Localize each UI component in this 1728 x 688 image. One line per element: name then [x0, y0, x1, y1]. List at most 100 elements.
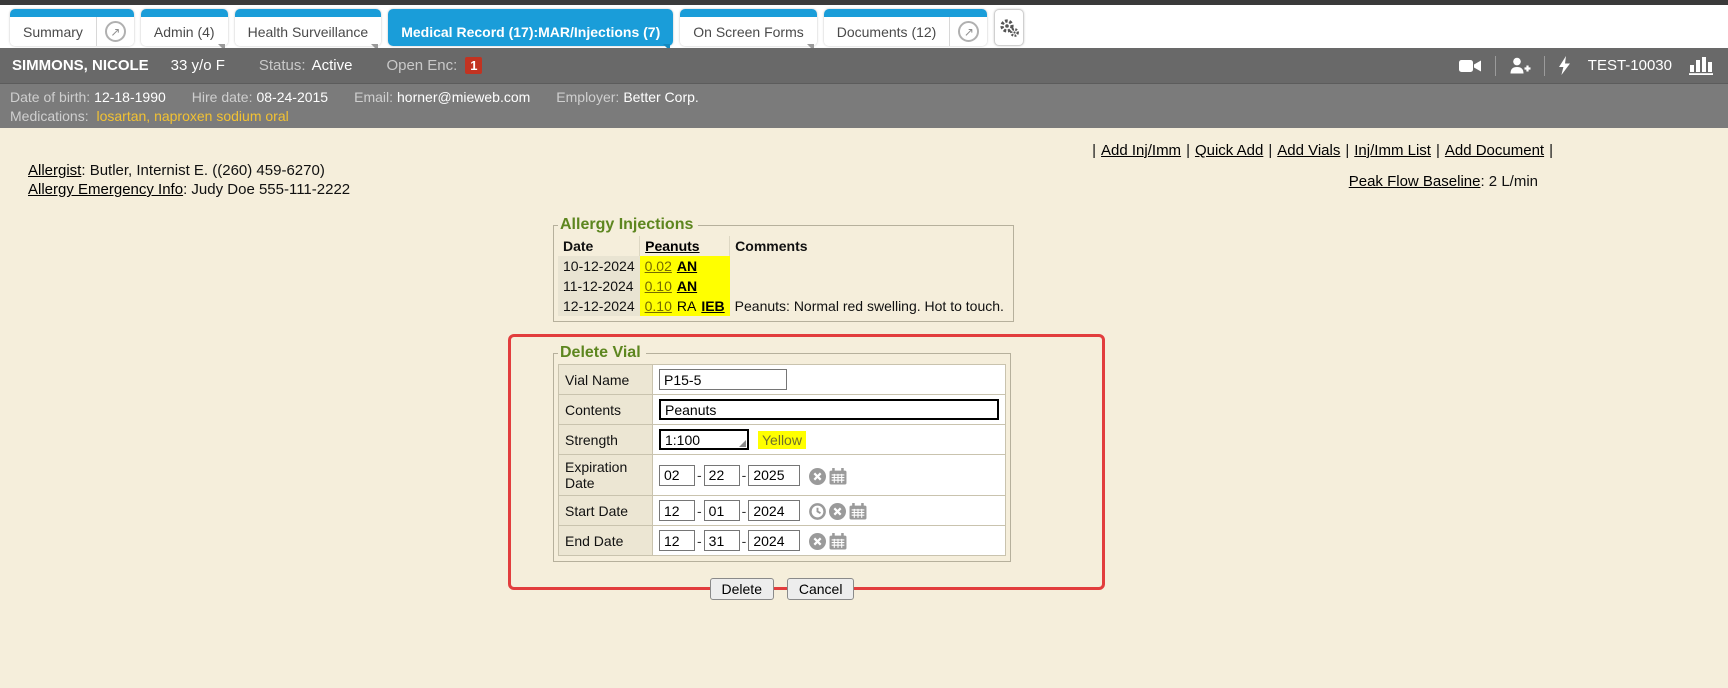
- tab-on-screen-forms[interactable]: On Screen Forms: [680, 9, 816, 46]
- settings-button[interactable]: [994, 9, 1024, 46]
- person-add-icon: [1509, 57, 1531, 74]
- reaction-code-link[interactable]: AN: [677, 258, 697, 274]
- tab-documents[interactable]: Documents (12): [824, 17, 950, 46]
- column-date: Date: [558, 236, 640, 256]
- expiration-day-field[interactable]: [704, 465, 740, 486]
- email-value: horner@mieweb.com: [397, 89, 530, 105]
- injection-date: 12-12-2024: [558, 296, 640, 316]
- quick-add-link[interactable]: Quick Add: [1195, 142, 1263, 159]
- column-peanuts-link[interactable]: Peanuts: [645, 238, 699, 254]
- patient-bar-actions: TEST-10030: [1459, 48, 1714, 83]
- cancel-button[interactable]: Cancel: [787, 578, 855, 600]
- link-separator: |: [1549, 142, 1553, 159]
- delete-button[interactable]: Delete: [710, 578, 774, 600]
- expiration-month-field[interactable]: [659, 465, 695, 486]
- tab-documents-popout-button[interactable]: ↗: [949, 17, 987, 46]
- column-comments: Comments: [730, 236, 1009, 256]
- injection-date: 10-12-2024: [558, 256, 640, 276]
- medication-link-losartan[interactable]: losartan: [96, 108, 146, 124]
- date-separator: -: [742, 467, 747, 483]
- tab-summary-popout-button[interactable]: ↗: [96, 17, 134, 46]
- dose-link[interactable]: 0.10: [645, 278, 672, 294]
- dob-label: Date of birth:: [10, 89, 90, 105]
- add-document-link[interactable]: Add Document: [1445, 142, 1544, 159]
- hire-date-label: Hire date:: [192, 89, 253, 105]
- dose-link[interactable]: 0.02: [645, 258, 672, 274]
- add-vials-link[interactable]: Add Vials: [1277, 142, 1340, 159]
- link-separator: |: [1092, 142, 1096, 159]
- date-separator: -: [697, 467, 702, 483]
- video-camera-icon: [1459, 58, 1482, 74]
- detail-row-1: Date of birth:12-18-1990Hire date:08-24-…: [10, 88, 1718, 107]
- add-user-button[interactable]: [1509, 57, 1531, 74]
- calendar-icon[interactable]: [829, 468, 847, 485]
- start-day-field[interactable]: [704, 500, 740, 521]
- delete-vial-panel: Delete Vial Vial Name Contents Strength …: [553, 344, 1011, 562]
- end-day-field[interactable]: [704, 530, 740, 551]
- lightning-bolt-icon: [1558, 56, 1571, 75]
- resize-grip: [659, 429, 749, 450]
- tab-admin[interactable]: Admin (4): [141, 9, 228, 46]
- reaction-code-link[interactable]: IEB: [701, 298, 724, 314]
- clock-icon[interactable]: [809, 503, 826, 520]
- start-month-field[interactable]: [659, 500, 695, 521]
- patient-age-sex: 33 y/o F: [171, 57, 225, 74]
- allergy-emergency-info-link[interactable]: Allergy Emergency Info: [28, 181, 183, 198]
- expiration-year-field[interactable]: [748, 465, 800, 486]
- strength-label: Strength: [559, 425, 653, 455]
- dob-value: 12-18-1990: [94, 89, 166, 105]
- open-enc-badge[interactable]: 1: [465, 57, 482, 74]
- vial-name-field[interactable]: [659, 369, 787, 390]
- strength-field[interactable]: [659, 429, 749, 450]
- injection-row: 11-12-2024 0.10AN: [558, 276, 1009, 296]
- tab-label: Medical Record (17):MAR/Injections (7): [401, 24, 660, 40]
- tab-stripe: [680, 9, 816, 17]
- tab-stripe: [235, 9, 382, 17]
- tab-documents-group: Documents (12) ↗: [824, 9, 988, 46]
- form-buttons: Delete Cancel: [553, 578, 1011, 600]
- tab-label: Health Surveillance: [248, 24, 369, 40]
- calendar-icon[interactable]: [849, 503, 867, 520]
- dose-link[interactable]: 0.10: [645, 298, 672, 314]
- inj-imm-list-link[interactable]: Inj/Imm List: [1354, 142, 1431, 159]
- start-year-field[interactable]: [748, 500, 800, 521]
- allergy-emergency-value: : Judy Doe 555-111-2222: [183, 181, 350, 198]
- video-call-button[interactable]: [1459, 58, 1482, 74]
- form-row: Strength Yellow: [559, 425, 1006, 455]
- end-month-field[interactable]: [659, 530, 695, 551]
- gears-icon: [998, 17, 1020, 39]
- patient-id: TEST-10030: [1588, 57, 1672, 74]
- contents-field[interactable]: [659, 399, 999, 420]
- medication-link-naproxen[interactable]: naproxen sodium oral: [154, 108, 289, 124]
- peak-flow-value: : 2 L/min: [1480, 173, 1538, 190]
- link-separator: |: [1345, 142, 1349, 159]
- patient-header-bar: SIMMONS, NICOLE 33 y/o F Status: Active …: [0, 48, 1728, 84]
- add-inj-imm-link[interactable]: Add Inj/Imm: [1101, 142, 1181, 159]
- tab-label: Summary: [23, 24, 83, 40]
- calendar-icon[interactable]: [829, 533, 847, 550]
- tab-medical-record[interactable]: Medical Record (17):MAR/Injections (7): [388, 9, 673, 46]
- flowsheet-button[interactable]: [1689, 56, 1714, 75]
- status-value: Active: [312, 57, 353, 74]
- quick-action-button[interactable]: [1558, 56, 1571, 75]
- employer-label: Employer:: [556, 89, 619, 105]
- injection-row: 10-12-2024 0.02 AN: [558, 256, 1009, 276]
- tab-health-surveillance[interactable]: Health Surveillance: [235, 9, 382, 46]
- date-separator: -: [742, 503, 747, 519]
- popout-icon: ↗: [105, 21, 126, 42]
- patient-detail-bar: Date of birth:12-18-1990Hire date:08-24-…: [0, 84, 1728, 128]
- allergy-injections-panel: Allergy Injections Date Peanuts Comments…: [553, 216, 1014, 322]
- contents-label: Contents: [559, 395, 653, 425]
- clear-date-icon[interactable]: [809, 468, 826, 485]
- clear-date-icon[interactable]: [809, 533, 826, 550]
- peak-flow-link[interactable]: Peak Flow Baseline: [1349, 173, 1481, 190]
- date-separator: -: [697, 503, 702, 519]
- end-year-field[interactable]: [748, 530, 800, 551]
- clear-date-icon[interactable]: [829, 503, 846, 520]
- delete-vial-form: Vial Name Contents Strength Yellow Expir…: [558, 364, 1006, 556]
- tab-summary[interactable]: Summary: [10, 17, 96, 46]
- allergist-link[interactable]: Allergist: [28, 162, 81, 179]
- open-enc-label: Open Enc:: [386, 57, 457, 74]
- reaction-code-link[interactable]: AN: [677, 278, 697, 294]
- peak-flow-baseline: Peak Flow Baseline: 2 L/min: [1349, 173, 1538, 190]
